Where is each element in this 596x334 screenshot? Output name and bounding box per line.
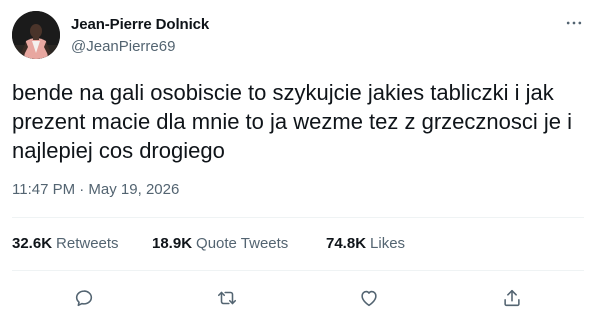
divider xyxy=(12,217,584,218)
timestamp[interactable]: 11:47 PM · May 19, 2026 xyxy=(12,181,179,198)
retweets-label: Retweets xyxy=(56,235,119,252)
retweets-stat[interactable]: 32.6K Retweets xyxy=(12,235,119,252)
reply-icon xyxy=(75,290,93,307)
likes-label: Likes xyxy=(370,235,406,252)
quote-tweets-label: Quote Tweets xyxy=(196,235,289,252)
share-button[interactable] xyxy=(498,284,526,312)
quote-tweets-stat[interactable]: 18.9K Quote Tweets xyxy=(152,235,288,252)
tweet-text: bende na gali osobiscie to szykujcie jak… xyxy=(12,80,573,163)
more-horizontal-icon xyxy=(566,21,582,25)
likes-count: 74.8K xyxy=(326,235,367,252)
heart-icon xyxy=(361,290,377,307)
action-bar xyxy=(0,284,596,314)
more-options-button[interactable] xyxy=(562,13,586,33)
retweets-count: 32.6K xyxy=(12,235,53,252)
display-name[interactable]: Jean-Pierre Dolnick xyxy=(71,16,209,33)
reply-button[interactable] xyxy=(70,284,98,312)
retweet-icon xyxy=(217,291,237,305)
avatar[interactable] xyxy=(12,11,60,59)
share-icon xyxy=(504,289,520,307)
user-handle[interactable]: @JeanPierre69 xyxy=(71,38,175,55)
retweet-button[interactable] xyxy=(213,284,241,312)
quote-tweets-count: 18.9K xyxy=(152,235,193,252)
avatar-image xyxy=(12,11,60,59)
tweet-card: Jean-Pierre Dolnick @JeanPierre69 bende … xyxy=(0,0,596,334)
divider xyxy=(12,270,584,271)
likes-stat[interactable]: 74.8K Likes xyxy=(326,235,405,252)
like-button[interactable] xyxy=(355,284,383,312)
